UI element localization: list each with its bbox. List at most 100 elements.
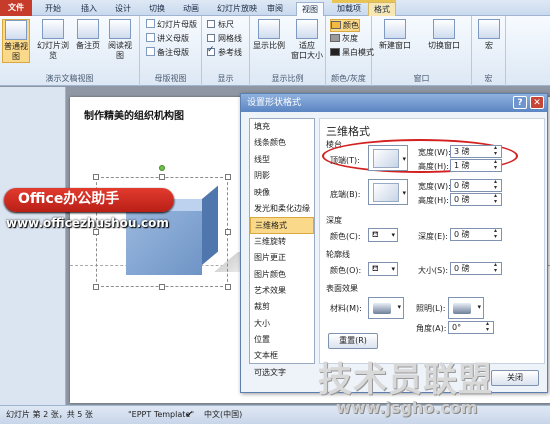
category-3d-rotation[interactable]: 三维旋转	[250, 234, 314, 250]
language-indicator[interactable]: 中文(中国)	[204, 406, 242, 424]
resize-handle-e[interactable]	[225, 229, 231, 235]
switch-window-button[interactable]: 切换窗口	[424, 19, 464, 51]
normal-view-button[interactable]: 普通视图	[2, 19, 30, 63]
material-dropdown[interactable]	[368, 297, 404, 319]
ribbon-body: 普通视图 幻灯片浏览 备注页 阅读视图 演示文稿视图 幻灯片母版 讲义母版 备注…	[0, 16, 550, 86]
top-height-input[interactable]: 1 磅	[450, 159, 502, 172]
category-reflection[interactable]: 映像	[250, 185, 314, 201]
tab-home[interactable]: 开始	[40, 2, 66, 16]
resize-handle-s[interactable]	[159, 284, 165, 290]
tab-format[interactable]: 格式	[368, 2, 396, 16]
chevron-down-icon: ▾	[402, 155, 406, 163]
bottom-width-input[interactable]: 0 磅	[450, 179, 502, 192]
help-icon[interactable]: ?	[513, 96, 527, 109]
tab-view[interactable]: 视图	[296, 2, 324, 16]
tab-transitions[interactable]: 切换	[144, 2, 170, 16]
zoom-label: 显示比例	[253, 41, 285, 50]
theme-name[interactable]: "EPPT Template"	[128, 406, 194, 424]
depth-input[interactable]: 0 磅	[450, 228, 502, 241]
gridlines-checkbox[interactable]: 网格线	[207, 33, 242, 44]
category-position[interactable]: 位置	[250, 332, 314, 348]
slide-thumbnails-panel[interactable]	[0, 87, 66, 405]
spellcheck-icon[interactable]: ✔	[186, 406, 193, 424]
bottom-bevel-dropdown[interactable]: ▾	[368, 179, 408, 205]
category-alt-text[interactable]: 可选文字	[250, 365, 314, 381]
top-bevel-label: 顶端(T):	[330, 156, 360, 165]
tab-review[interactable]: 审阅	[262, 2, 288, 16]
reset-button[interactable]: 重置(R)	[328, 333, 378, 349]
category-picture-color[interactable]: 图片颜色	[250, 267, 314, 283]
notes-master-button[interactable]: 备注母版	[146, 47, 189, 58]
ruler-checkbox[interactable]: 标尺	[207, 19, 234, 30]
group-label: 颜色/灰度	[331, 74, 366, 83]
3d-format-pane: 三维格式 棱台 顶端(T): ▾ 宽度(W): 3 磅 高度(H): 1 磅 底…	[319, 118, 545, 364]
contour-color-button[interactable]: ⛾	[368, 262, 398, 276]
top-width-label: 宽度(W):	[418, 148, 451, 157]
guides-check	[207, 45, 215, 56]
tab-slideshow[interactable]: 幻灯片放映	[212, 2, 262, 16]
dialog-title-bar[interactable]: 设置形状格式	[241, 94, 547, 112]
grayscale-label: 灰度	[342, 34, 358, 43]
angle-input[interactable]: 0°	[448, 321, 494, 334]
resize-handle-n[interactable]	[159, 174, 165, 180]
category-3d-format[interactable]: 三维格式	[250, 217, 314, 234]
close-button[interactable]: 关闭	[491, 370, 539, 386]
lighting-dropdown[interactable]	[448, 297, 484, 319]
slide-sorter-button[interactable]: 幻灯片浏览	[36, 19, 70, 61]
category-line-color[interactable]: 线条颜色	[250, 135, 314, 151]
category-fill[interactable]: 填充	[250, 119, 314, 135]
category-size[interactable]: 大小	[250, 316, 314, 332]
resize-handle-ne[interactable]	[225, 174, 231, 180]
tab-addins[interactable]: 加载项	[332, 2, 366, 16]
group-show: 标尺 网格线 参考线 显示	[202, 16, 250, 86]
fit-window-icon	[296, 19, 318, 39]
black-white-button[interactable]: 黑白模式	[330, 47, 374, 58]
grayscale-button[interactable]: 灰度	[330, 33, 358, 44]
macro-button[interactable]: 宏	[475, 19, 503, 51]
guides-checkbox[interactable]: 参考线	[207, 45, 242, 58]
top-width-input[interactable]: 3 磅	[450, 145, 502, 158]
normal-view-icon	[5, 20, 27, 40]
contour-size-input[interactable]: 0 磅	[450, 262, 502, 275]
notes-page-icon	[77, 19, 99, 39]
category-glow-soft-edges[interactable]: 发光和柔化边缘	[250, 201, 314, 217]
new-window-button[interactable]: 新建窗口	[376, 19, 414, 51]
top-height-label: 高度(H):	[418, 162, 449, 171]
normal-view-label: 普通视图	[4, 42, 28, 61]
fit-window-button[interactable]: 适应 窗口大小	[290, 19, 324, 61]
notes-master-icon	[146, 47, 155, 56]
category-shadow[interactable]: 阴影	[250, 168, 314, 184]
resize-handle-nw[interactable]	[93, 174, 99, 180]
resize-handle-sw[interactable]	[93, 284, 99, 290]
color-mode-button[interactable]: 颜色	[330, 19, 360, 32]
slide-title[interactable]: 制作精美的组织机构图	[84, 107, 184, 122]
lighting-label: 照明(L):	[416, 304, 446, 313]
reading-view-button[interactable]: 阅读视图	[106, 19, 134, 61]
handout-master-button[interactable]: 讲义母版	[146, 33, 189, 44]
black-white-swatch-icon	[330, 48, 340, 56]
close-icon[interactable]: ✕	[530, 96, 544, 109]
dialog-title: 设置形状格式	[247, 98, 302, 108]
zoom-button[interactable]: 显示比例	[252, 19, 286, 51]
tab-insert[interactable]: 插入	[76, 2, 102, 16]
depth-color-button[interactable]: ⛾	[368, 228, 398, 242]
slide-master-button[interactable]: 幻灯片母版	[146, 19, 197, 30]
tab-animations[interactable]: 动画	[178, 2, 204, 16]
bottom-height-input[interactable]: 0 磅	[450, 193, 502, 206]
category-text-box[interactable]: 文本框	[250, 348, 314, 364]
category-picture-corrections[interactable]: 图片更正	[250, 250, 314, 266]
category-list: 填充 线条颜色 线型 阴影 映像 发光和柔化边缘 三维格式 三维旋转 图片更正 …	[249, 118, 315, 377]
rotation-handle[interactable]	[159, 165, 165, 171]
category-crop[interactable]: 裁剪	[250, 299, 314, 315]
tab-file[interactable]: 文件	[0, 0, 32, 16]
tab-design[interactable]: 设计	[110, 2, 136, 16]
resize-handle-se[interactable]	[225, 284, 231, 290]
macro-label: 宏	[485, 41, 493, 50]
category-artistic-effects[interactable]: 艺术效果	[250, 283, 314, 299]
top-bevel-dropdown[interactable]: ▾	[368, 145, 408, 171]
notes-page-button[interactable]: 备注页	[74, 19, 102, 51]
new-window-label: 新建窗口	[379, 41, 411, 50]
category-line-style[interactable]: 线型	[250, 152, 314, 168]
paint-bucket-icon: ⛾	[372, 264, 379, 273]
group-label: 宏	[484, 74, 493, 83]
